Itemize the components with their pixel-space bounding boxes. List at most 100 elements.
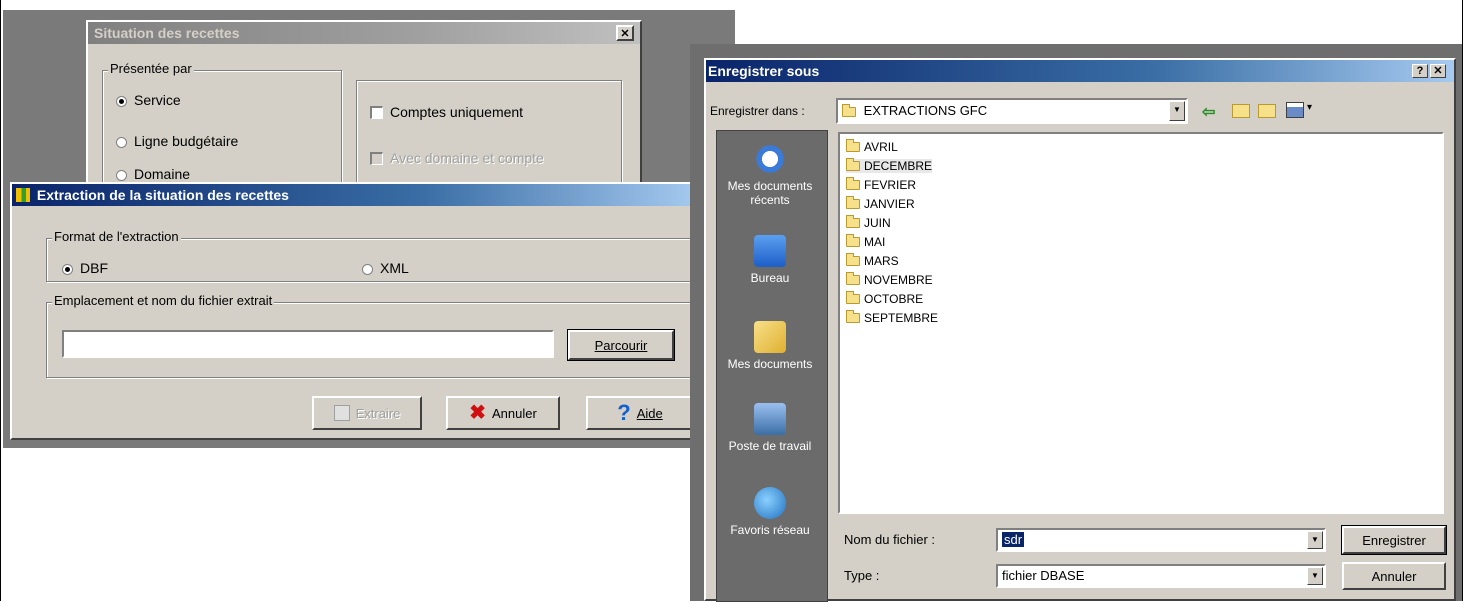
chevron-down-icon[interactable]: ▼ [1169, 101, 1185, 121]
extraire-button[interactable]: Extraire [312, 396, 422, 430]
type-value: fichier DBASE [1002, 568, 1085, 583]
chevron-down-icon[interactable]: ▼ [1307, 567, 1323, 585]
parcourir-button[interactable]: Parcourir [567, 329, 675, 361]
folder-name: NOVEMBRE [864, 273, 933, 287]
place-favoris-reseau[interactable]: Favoris réseau [717, 487, 823, 537]
folder-icon [846, 272, 860, 285]
folder-item[interactable]: OCTOBRE [846, 291, 924, 306]
up-folder-icon[interactable] [1232, 104, 1250, 118]
situation-titlebar: Situation des recettes [88, 22, 640, 44]
folder-icon [846, 310, 860, 323]
place-poste-label: Poste de travail [728, 439, 812, 453]
network-icon [754, 487, 786, 519]
folder-icon [846, 291, 860, 304]
save-in-combo[interactable]: EXTRACTIONS GFC ▼ [836, 98, 1188, 124]
back-arrow-icon[interactable]: ⇦ [1202, 102, 1215, 122]
close-icon: ✕ [620, 27, 630, 40]
filename-label: Nom du fichier : [844, 532, 936, 547]
filename-value: sdr [1002, 532, 1025, 547]
radio-dbf[interactable] [62, 264, 73, 275]
folder-item[interactable]: AVRIL [846, 139, 898, 154]
radio-xml[interactable] [362, 264, 373, 275]
radio-service[interactable] [116, 96, 127, 107]
aide-button[interactable]: ? Aide [586, 396, 694, 430]
avec-domaine-checkbox[interactable] [370, 152, 383, 165]
help-question-icon: ? [617, 400, 631, 425]
extraction-dialog: Extraction de la situation des recettes … [10, 182, 700, 440]
save-button-label: Enregistrer [1362, 532, 1426, 548]
chevron-down-icon[interactable]: ▼ [1307, 531, 1323, 549]
extraire-label: Extraire [355, 405, 401, 421]
recent-documents-icon [754, 143, 786, 175]
frame-right-line [1462, 0, 1463, 601]
extraction-title: Extraction de la situation des recettes [36, 187, 289, 203]
folder-item[interactable]: JUIN [846, 215, 891, 230]
save-titlebar: Enregistrer sous [706, 60, 1454, 82]
save-close-button[interactable]: ✕ [1430, 64, 1446, 78]
folder-item[interactable]: MAI [846, 234, 886, 249]
radio-domaine[interactable] [116, 170, 127, 181]
annuler-label: Annuler [491, 405, 537, 421]
close-icon: ✕ [1433, 65, 1443, 77]
avec-domaine-label: Avec domaine et compte [390, 150, 544, 166]
extraction-titlebar: Extraction de la situation des recettes [12, 184, 698, 206]
folder-name: MAI [864, 235, 886, 249]
folder-icon [846, 253, 860, 266]
radio-domaine-label: Domaine [134, 166, 191, 182]
place-mes-documents-label: Mes documents [727, 357, 813, 371]
save-in-value: EXTRACTIONS GFC [863, 103, 988, 118]
format-legend: Format de l'extraction [52, 229, 181, 244]
filename-combo[interactable]: sdr ▼ [996, 528, 1326, 552]
options-group [356, 80, 622, 188]
radio-ligne-budgetaire-label: Ligne budgétaire [134, 133, 239, 149]
save-title: Enregistrer sous [708, 63, 820, 79]
place-poste-de-travail[interactable]: Poste de travail [717, 403, 823, 453]
parcourir-label: Parcourir [594, 337, 648, 353]
place-bureau[interactable]: Bureau [717, 235, 823, 285]
type-combo[interactable]: fichier DBASE ▼ [996, 564, 1326, 588]
folder-item[interactable]: FEVRIER [846, 177, 917, 192]
folder-name: SEPTEMBRE [864, 311, 939, 325]
radio-dbf-label: DBF [80, 260, 108, 276]
folder-icon [846, 139, 860, 152]
place-bureau-label: Bureau [750, 271, 790, 285]
save-button[interactable]: Enregistrer [1341, 525, 1447, 555]
file-list[interactable]: AVRIL DECEMBRE FEVRIER JANVIER JUIN MAI … [838, 132, 1444, 514]
view-menu-icon[interactable] [1286, 102, 1304, 118]
folder-item[interactable]: NOVEMBRE [846, 272, 933, 287]
place-recent[interactable]: Mes documents récents [717, 143, 823, 207]
save-dialog: Enregistrer sous ? ✕ Enregistrer dans : … [704, 58, 1456, 602]
folder-name: JUIN [864, 216, 891, 230]
view-menu-arrow-icon[interactable]: ▾ [1307, 102, 1312, 113]
folder-item[interactable]: DECEMBRE [846, 158, 933, 173]
path-input[interactable] [62, 330, 554, 358]
my-computer-icon [754, 403, 786, 435]
radio-xml-label: XML [380, 260, 409, 276]
radio-ligne-budgetaire[interactable] [116, 137, 127, 148]
emplacement-legend: Emplacement et nom du fichier extrait [52, 293, 275, 308]
save-help-button[interactable]: ? [1412, 64, 1428, 78]
folder-icon [842, 103, 856, 117]
situation-dialog: Situation des recettes ✕ Présentée par S… [86, 20, 642, 190]
place-favoris-label: Favoris réseau [730, 523, 810, 537]
folder-item[interactable]: SEPTEMBRE [846, 310, 939, 325]
folder-icon [846, 234, 860, 247]
app-icon [16, 188, 30, 202]
comptes-uniquement-checkbox[interactable] [370, 106, 383, 119]
situation-close-button[interactable]: ✕ [616, 25, 634, 41]
new-folder-icon[interactable] [1258, 104, 1276, 118]
folder-icon [846, 158, 860, 171]
folder-item[interactable]: MARS [846, 253, 899, 268]
folder-name: OCTOBRE [864, 292, 924, 306]
places-bar: Mes documents récents Bureau Mes documen… [716, 130, 828, 602]
comptes-uniquement-label: Comptes uniquement [390, 104, 524, 120]
cancel-button[interactable]: Annuler [1342, 562, 1446, 590]
place-mes-documents[interactable]: Mes documents [717, 321, 823, 371]
annuler-button[interactable]: ✖ Annuler [446, 396, 560, 430]
folder-name: MARS [864, 254, 899, 268]
folder-item[interactable]: JANVIER [846, 196, 915, 211]
folder-icon [846, 177, 860, 190]
folder-name: FEVRIER [864, 178, 917, 192]
help-icon: ? [1416, 65, 1424, 77]
format-group [46, 238, 696, 282]
